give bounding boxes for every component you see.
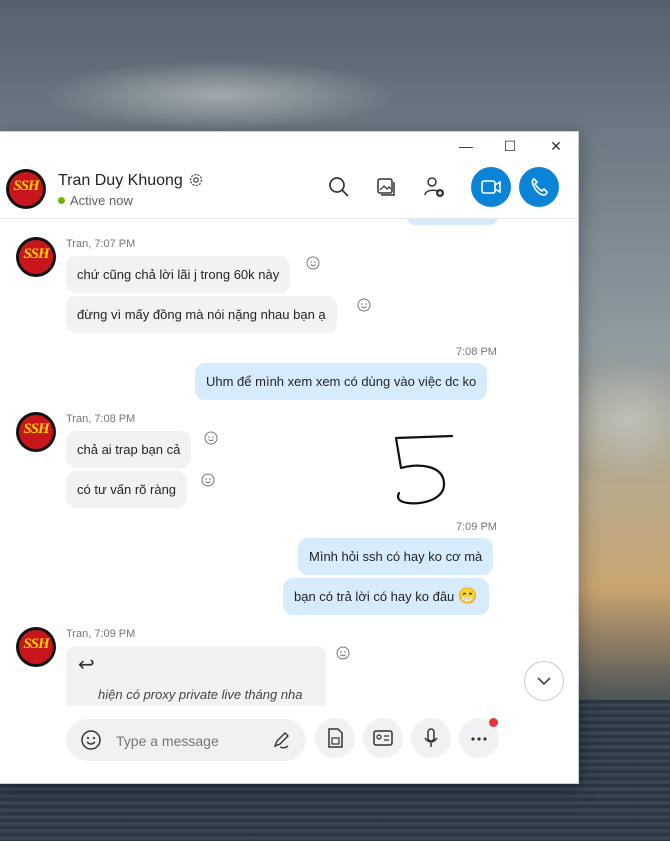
avatar-text: SSH [23,636,49,652]
message-list[interactable]: SSH Tran, 7:07 PM chứ cũng chả lời lãi j… [0,219,578,706]
reaction-smiley-icon[interactable] [357,298,371,312]
chevron-down-icon [537,677,551,686]
online-dot-icon [58,197,65,204]
message-time: 7:09 PM [456,521,497,533]
contact-card-icon [373,730,393,746]
file-image-icon [328,728,343,748]
voice-message-button[interactable] [411,718,451,758]
reaction-smiley-icon[interactable] [336,646,350,660]
avatar-text: SSH [13,178,39,194]
audio-call-button[interactable] [519,167,559,207]
avatar-text: SSH [23,421,49,437]
sender-avatar[interactable]: SSH [16,412,56,452]
emoji-icon[interactable] [80,729,102,751]
message-bubble-incoming[interactable]: chứ cũng chả lời lãi j trong 60k này [66,256,291,293]
avatar-text: SSH [23,246,49,262]
sender-avatar[interactable]: SSH [16,237,56,277]
message-meta: Tran, 7:08 PM [66,413,136,425]
status-text: Active now [70,193,133,208]
message-time: 7:08 PM [456,346,497,358]
message-input[interactable] [114,730,258,752]
close-button[interactable]: ✕ [545,136,567,156]
title-bar: — ☐ ✕ [0,132,578,160]
contact-name[interactable]: Tran Duy Khuong [58,172,183,190]
more-options-button[interactable] [459,718,499,758]
add-person-icon[interactable] [421,174,447,200]
message-bubble-outgoing[interactable]: bạn có trả lời có hay ko đâu 😁 [283,578,489,615]
maximize-button[interactable]: ☐ [499,136,521,156]
handwritten-annotation-drawing [394,434,454,505]
reaction-smiley-icon[interactable] [201,473,215,487]
gear-icon[interactable] [188,172,204,188]
message-bubble-incoming[interactable]: có tư vấn rõ ràng [66,471,188,508]
minimize-button[interactable]: — [455,136,477,156]
send-file-button[interactable] [315,718,355,758]
video-icon [481,180,501,194]
message-bubble-incoming-reply[interactable]: ↩ hiện có proxy private live tháng nha [66,646,326,706]
message-meta: Tran, 7:07 PM [66,238,136,250]
quoted-message: hiện có proxy private live tháng nha [98,687,303,702]
message-bubble-outgoing-partial[interactable] [406,219,499,225]
message-meta: Tran, 7:09 PM [66,628,136,640]
phone-icon [531,178,548,196]
scroll-to-bottom-button[interactable] [524,661,564,701]
pen-icon[interactable] [271,730,291,750]
message-bubble-outgoing[interactable]: Mình hỏi ssh có hay ko cơ mà [298,538,494,575]
reaction-smiley-icon[interactable] [204,431,218,445]
search-icon[interactable] [326,174,352,200]
contact-avatar[interactable]: SSH [6,169,46,209]
video-call-button[interactable] [471,167,511,207]
microphone-icon [424,728,438,747]
skype-chat-window: — ☐ ✕ SSH Tran Duy Khuong Active now SSH… [0,131,579,784]
message-bubble-incoming[interactable]: đừng vì mấy đồng mà nói nặng nhau bạn ạ [66,296,337,333]
grin-emoji: 😁 [457,588,478,605]
share-contact-button[interactable] [363,718,403,758]
chat-header: SSH Tran Duy Khuong Active now [0,160,578,219]
gallery-icon[interactable] [373,174,399,200]
message-bubble-outgoing[interactable]: Uhm để mình xem xem có dùng vào việc dc … [195,363,488,400]
message-text: bạn có trả lời có hay ko đâu [294,589,455,604]
reaction-smiley-icon[interactable] [306,256,320,270]
presence-status: Active now [58,193,133,208]
reply-arrow-icon: ↩ [78,654,95,676]
message-bubble-incoming[interactable]: chả ai trap bạn cả [66,431,192,468]
sender-avatar[interactable]: SSH [16,627,56,667]
notification-dot [489,718,498,727]
background-cloud [40,60,400,130]
message-composer [66,719,306,761]
